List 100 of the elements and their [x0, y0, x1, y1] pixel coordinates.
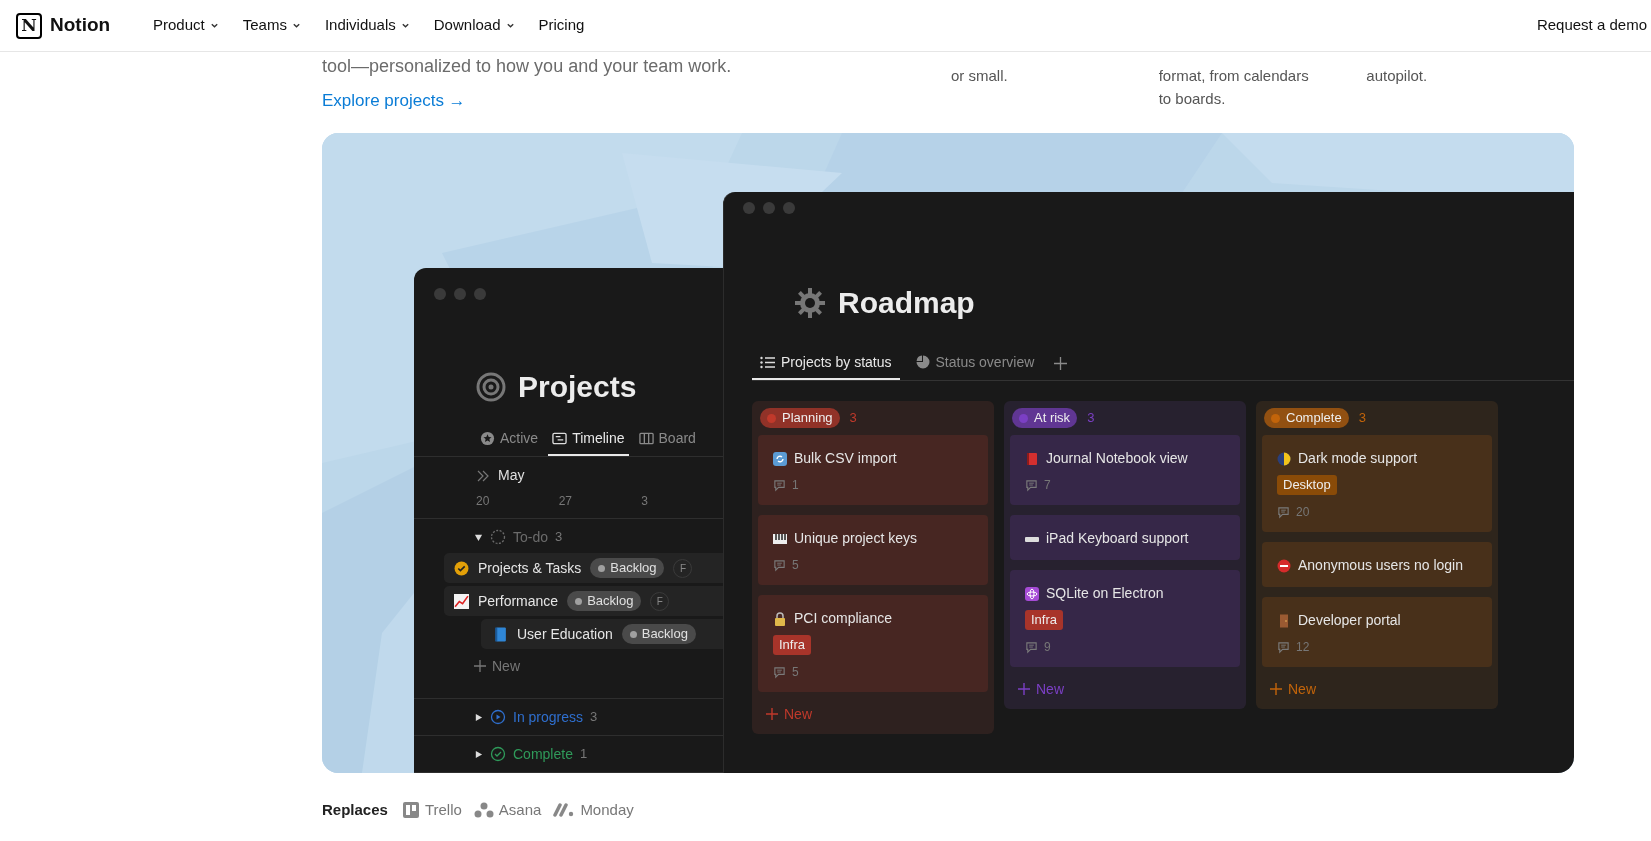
task-card[interactable]: Journal Notebook view 7 [1010, 435, 1240, 505]
comment-count: 5 [792, 664, 799, 681]
comment-icon [1025, 478, 1038, 492]
project-row[interactable]: Performance Backlog F [444, 586, 724, 616]
column-count: 3 [849, 409, 857, 428]
no-entry-icon [1277, 558, 1291, 573]
task-card[interactable]: PCI compliance Infra 5 [758, 595, 988, 692]
group-count: 3 [555, 528, 563, 547]
slashes-icon [553, 803, 576, 818]
plus-icon [1018, 683, 1030, 695]
date-label: 27 [558, 493, 574, 510]
three-dots-icon [473, 802, 494, 819]
chevron-down-icon [505, 21, 515, 30]
disclosure-triangle-icon[interactable] [474, 532, 483, 542]
new-row-button[interactable]: New [474, 652, 520, 680]
star-circle-icon [480, 430, 495, 446]
window-dots-icon [434, 288, 486, 300]
comment-count: 12 [1296, 639, 1310, 656]
door-icon [1277, 613, 1291, 628]
project-row[interactable]: User Education Backlog [481, 619, 724, 649]
card-title: Journal Notebook view [1046, 449, 1188, 468]
nav-menu-item[interactable]: Product [151, 14, 221, 37]
project-title: User Education [517, 624, 613, 644]
hero-text: tool—personalized to how you and your team work. [322, 55, 733, 78]
card-title: SQLite on Electron [1046, 584, 1164, 603]
dashed-circle-icon [490, 529, 506, 545]
piano-icon [773, 531, 787, 546]
task-card[interactable]: Developer portal 12 [1262, 597, 1492, 667]
comment-count: 20 [1296, 504, 1310, 521]
column-count: 3 [1358, 409, 1366, 428]
project-row[interactable]: Projects & Tasks Backlog F [444, 553, 724, 583]
group-label: In progress [513, 707, 584, 727]
comment-icon [773, 665, 786, 679]
page-title: Roadmap [838, 285, 975, 321]
group-count: 3 [590, 708, 598, 727]
nav-menu-item[interactable]: Individuals [322, 14, 412, 37]
task-card[interactable]: iPad Keyboard support [1010, 515, 1240, 560]
refresh-icon [773, 451, 787, 466]
comment-icon [1277, 505, 1290, 519]
nav-menu-item[interactable]: Download [431, 14, 517, 37]
book-icon [493, 626, 508, 642]
status-badge: Planning [760, 408, 840, 428]
plus-icon [474, 660, 486, 672]
status-pill: Backlog [621, 624, 696, 644]
card-title: iPad Keyboard support [1046, 529, 1189, 548]
chart-icon [454, 593, 469, 609]
task-card[interactable]: Unique project keys 5 [758, 515, 988, 585]
card-title: Bulk CSV import [794, 449, 897, 468]
feature-text: format, from calendars to boards. [1158, 66, 1310, 109]
disclosure-triangle-icon[interactable] [474, 712, 483, 722]
comment-icon [773, 558, 786, 572]
play-circle-icon [490, 709, 506, 725]
view-tab[interactable]: Status overview [907, 346, 1043, 380]
feature-text: or small. [950, 66, 1009, 86]
status-badge: At risk [1012, 408, 1078, 428]
card-title: PCI compliance [794, 609, 893, 628]
request-demo-link[interactable]: Request a demo [1536, 14, 1647, 37]
tag: Desktop [1277, 475, 1337, 495]
board-icon [638, 430, 654, 446]
view-tab[interactable]: Board [634, 422, 700, 456]
board-icon [401, 801, 420, 820]
plus-icon [766, 708, 778, 720]
month-label: May [498, 466, 525, 485]
tool-name: Asana [498, 800, 542, 820]
list-icon [760, 355, 775, 369]
card-title: Anonymous users no login [1298, 556, 1463, 575]
check-circle-icon [490, 746, 506, 762]
view-tab[interactable]: Timeline [548, 422, 629, 456]
tool-name: Trello [424, 800, 462, 820]
timeline-icon [552, 430, 568, 446]
tag: Infra [1025, 610, 1063, 630]
explore-projects-link[interactable]: Explore projects → [322, 88, 466, 114]
nav-menu-item[interactable]: Pricing [536, 14, 587, 37]
feature-text: autopilot. [1366, 66, 1429, 86]
logo-mark[interactable]: N [16, 12, 42, 39]
group-count: 1 [579, 745, 588, 764]
comment-icon [1025, 640, 1038, 654]
check-circle-icon [454, 560, 469, 576]
page-title: Projects [518, 369, 637, 405]
view-tab[interactable]: Active [476, 422, 543, 456]
book-icon [1025, 451, 1039, 466]
disclosure-triangle-icon[interactable] [474, 749, 483, 759]
task-card[interactable]: Bulk CSV import 1 [758, 435, 988, 505]
date-label: 20 [476, 493, 491, 510]
chevron-down-icon [400, 21, 410, 30]
task-card[interactable]: Dark mode support Desktop 20 [1262, 435, 1492, 532]
double-chevron-icon [476, 469, 490, 482]
brand-name[interactable]: Notion [50, 11, 111, 40]
pie-chart-icon [915, 355, 930, 369]
view-tab[interactable]: Projects by status [752, 346, 900, 380]
comment-count: 9 [1044, 639, 1051, 656]
status-pill: Backlog [567, 591, 642, 611]
new-card-button[interactable]: New [1270, 677, 1316, 701]
chevron-down-icon [291, 21, 301, 30]
replaces-label: Replaces [322, 800, 388, 820]
task-card[interactable]: SQLite on Electron Infra 9 [1010, 570, 1240, 667]
window-dots-icon [743, 202, 795, 214]
task-card[interactable]: Anonymous users no login [1262, 542, 1492, 587]
nav-menu-item[interactable]: Teams [240, 14, 303, 37]
half-moon-icon [1277, 451, 1291, 466]
